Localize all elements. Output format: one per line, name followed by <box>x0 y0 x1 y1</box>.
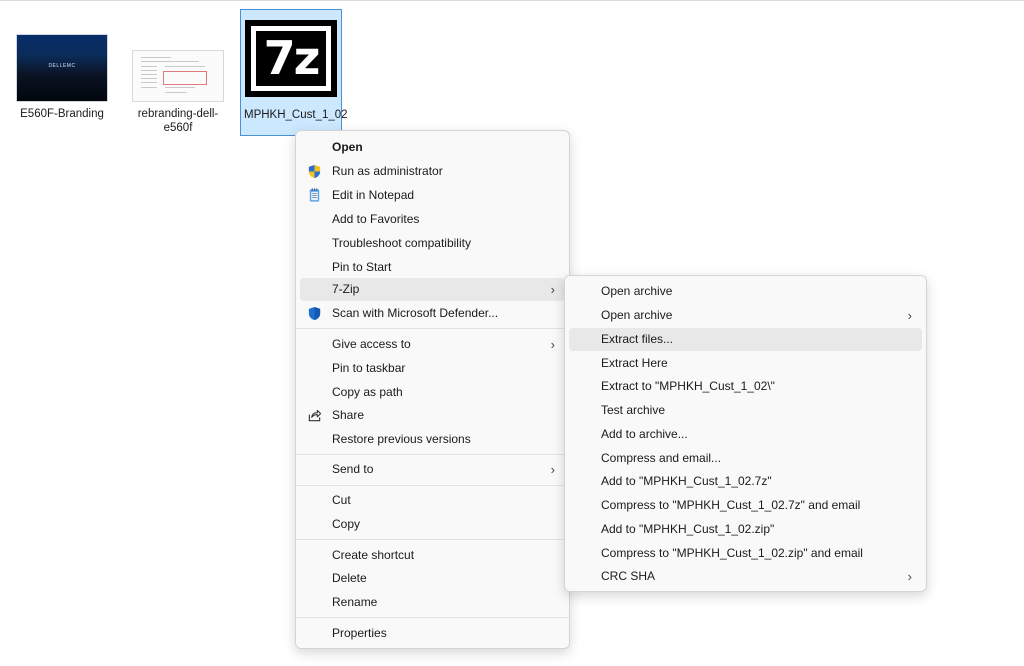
submenu-item-add-to-7z[interactable]: Add to "MPHKH_Cust_1_02.7z" <box>569 470 922 493</box>
7zip-logo-text: 7z <box>256 31 326 86</box>
menu-item-label: Cut <box>332 493 351 507</box>
menu-item-label: Compress to "MPHKH_Cust_1_02.7z" and ema… <box>601 498 861 512</box>
file-rebranding-dell-e560f[interactable]: rebranding-dell-e560f <box>127 9 229 136</box>
submenu-item-extract-files[interactable]: Extract files... <box>569 328 922 351</box>
menu-item-label: Delete <box>332 571 367 585</box>
chevron-right-icon: › <box>550 282 555 297</box>
menu-item-give-access-to[interactable]: Give access to › <box>300 333 565 356</box>
menu-item-copy-as-path[interactable]: Copy as path <box>300 381 565 404</box>
menu-item-label: 7-Zip <box>332 282 360 296</box>
document-thumbnail <box>133 51 223 101</box>
submenu-item-open-archive[interactable]: Open archive <box>569 280 922 303</box>
menu-item-label: Copy as path <box>332 385 403 399</box>
menu-item-properties[interactable]: Properties <box>300 622 565 645</box>
menu-item-label: Pin to Start <box>332 260 392 274</box>
chevron-right-icon: › <box>550 337 555 352</box>
menu-item-label: Troubleshoot compatibility <box>332 236 471 250</box>
menu-item-label: Extract files... <box>601 332 674 346</box>
menu-item-7zip[interactable]: 7-Zip › <box>300 278 565 301</box>
menu-item-label: Restore previous versions <box>332 432 471 446</box>
submenu-item-test-archive[interactable]: Test archive <box>569 399 922 422</box>
submenu-item-compress-and-email[interactable]: Compress and email... <box>569 447 922 470</box>
menu-item-label: Test archive <box>601 403 666 417</box>
menu-item-label: Run as administrator <box>332 164 443 178</box>
7zip-archive-icon: 7z <box>245 20 337 97</box>
chevron-right-icon: › <box>550 462 555 477</box>
menu-item-add-to-favorites[interactable]: Add to Favorites <box>300 208 565 231</box>
desktop: DELLEMC E560F-Branding rebranding-dell-e… <box>0 0 1024 666</box>
menu-item-label: CRC SHA <box>601 569 656 583</box>
submenu-item-crc-sha[interactable]: CRC SHA › <box>569 565 922 588</box>
menu-item-label: Add to "MPHKH_Cust_1_02.7z" <box>601 474 772 488</box>
menu-item-troubleshoot-compatibility[interactable]: Troubleshoot compatibility <box>300 232 565 255</box>
menu-item-edit-in-notepad[interactable]: Edit in Notepad <box>300 184 565 207</box>
file-e560f-branding[interactable]: DELLEMC E560F-Branding <box>11 9 113 136</box>
chevron-right-icon: › <box>907 569 912 584</box>
menu-item-label: Compress and email... <box>601 451 722 465</box>
image-thumbnail: DELLEMC <box>17 35 107 101</box>
menu-item-label: Pin to taskbar <box>332 361 406 375</box>
menu-separator <box>296 485 569 486</box>
submenu-item-add-to-archive[interactable]: Add to archive... <box>569 423 922 446</box>
menu-item-label: Rename <box>332 595 378 609</box>
menu-item-label: Add to "MPHKH_Cust_1_02.zip" <box>601 522 775 536</box>
menu-separator <box>296 539 569 540</box>
menu-item-create-shortcut[interactable]: Create shortcut <box>300 544 565 567</box>
submenu-item-add-to-zip[interactable]: Add to "MPHKH_Cust_1_02.zip" <box>569 518 922 541</box>
menu-item-run-as-administrator[interactable]: Run as administrator <box>300 160 565 183</box>
menu-item-label: Send to <box>332 462 374 476</box>
menu-item-label: Open <box>332 140 363 154</box>
menu-item-label: Create shortcut <box>332 548 415 562</box>
menu-item-delete[interactable]: Delete <box>300 567 565 590</box>
menu-item-label: Compress to "MPHKH_Cust_1_02.zip" and em… <box>601 546 863 560</box>
submenu-item-open-archive-more[interactable]: Open archive › <box>569 304 922 327</box>
menu-item-label: Add to Favorites <box>332 212 420 226</box>
menu-item-pin-to-start[interactable]: Pin to Start <box>300 256 565 279</box>
menu-item-label: Copy <box>332 517 361 531</box>
menu-separator <box>296 617 569 618</box>
menu-item-scan-with-defender[interactable]: Scan with Microsoft Defender... <box>300 302 565 325</box>
notepad-icon <box>309 188 320 202</box>
menu-item-share[interactable]: Share <box>300 404 565 427</box>
file-name: E560F-Branding <box>20 108 104 120</box>
submenu-item-extract-here[interactable]: Extract Here <box>569 352 922 375</box>
submenu-item-compress-to-7z-and-email[interactable]: Compress to "MPHKH_Cust_1_02.7z" and ema… <box>569 494 922 517</box>
defender-shield-icon <box>308 306 321 321</box>
menu-item-label: Open archive <box>601 308 673 322</box>
menu-item-label: Extract Here <box>601 356 668 370</box>
menu-item-label: Extract to "MPHKH_Cust_1_02\" <box>601 379 775 393</box>
menu-item-restore-previous-versions[interactable]: Restore previous versions <box>300 428 565 451</box>
menu-item-label: Properties <box>332 626 387 640</box>
menu-separator <box>296 328 569 329</box>
thumbnail-logo-text: DELLEMC <box>48 63 76 69</box>
menu-item-label: Give access to <box>332 337 411 351</box>
share-icon <box>308 409 322 422</box>
submenu-item-extract-to-folder[interactable]: Extract to "MPHKH_Cust_1_02\" <box>569 375 922 398</box>
menu-separator <box>296 454 569 455</box>
context-menu: Open Run as administrator Edit in Notepa… <box>295 130 570 649</box>
uac-shield-icon <box>308 164 321 179</box>
menu-item-copy[interactable]: Copy <box>300 513 565 536</box>
menu-item-label: Edit in Notepad <box>332 188 415 202</box>
menu-item-label: Scan with Microsoft Defender... <box>332 306 499 320</box>
menu-item-label: Share <box>332 408 365 422</box>
menu-item-label: Open archive <box>601 284 673 298</box>
chevron-right-icon: › <box>907 308 912 323</box>
submenu-item-compress-to-zip-and-email[interactable]: Compress to "MPHKH_Cust_1_02.zip" and em… <box>569 542 922 565</box>
menu-item-open[interactable]: Open <box>300 136 565 159</box>
menu-item-cut[interactable]: Cut <box>300 489 565 512</box>
file-name: rebranding-dell-e560f <box>137 108 219 134</box>
7zip-submenu: Open archive Open archive › Extract file… <box>564 275 927 592</box>
file-mphkh-cust-1-02[interactable]: 7z MPHKH_Cust_1_02 <box>240 9 348 136</box>
menu-item-pin-to-taskbar[interactable]: Pin to taskbar <box>300 357 565 380</box>
menu-item-label: Add to archive... <box>601 427 688 441</box>
file-name: MPHKH_Cust_1_02 <box>244 109 348 121</box>
menu-item-send-to[interactable]: Send to › <box>300 458 565 481</box>
menu-item-rename[interactable]: Rename <box>300 591 565 614</box>
